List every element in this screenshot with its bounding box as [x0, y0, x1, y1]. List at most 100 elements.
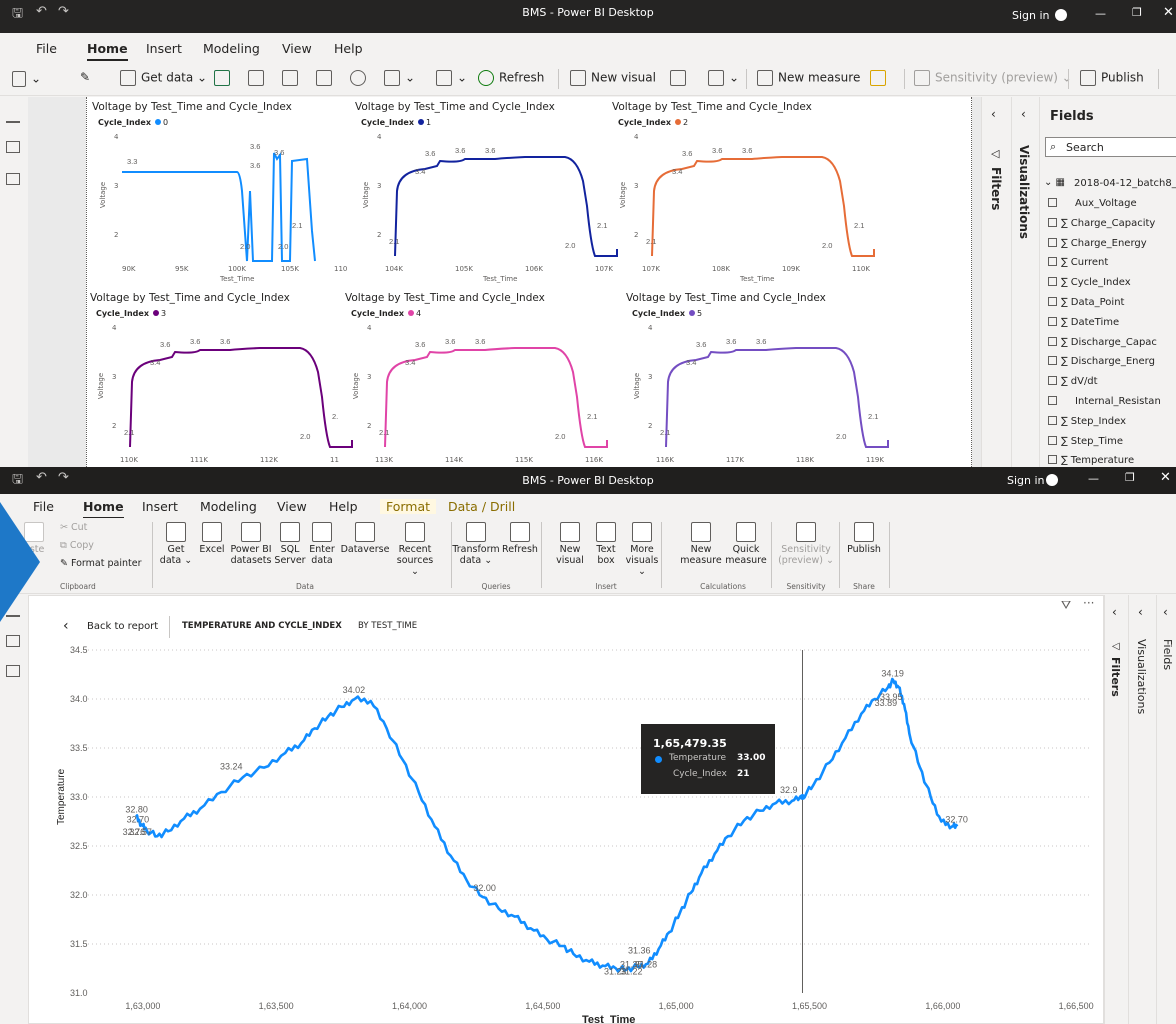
filters-label-2[interactable]: Filters	[1109, 657, 1122, 697]
collapse-fields-icon[interactable]: ‹	[1163, 605, 1168, 619]
format-painter-icon[interactable]: ✎	[80, 70, 90, 84]
minimize-icon-2[interactable]: —	[1088, 472, 1099, 485]
field-checkbox[interactable]	[1048, 356, 1057, 366]
profile-avatar[interactable]	[1055, 9, 1067, 21]
field-checkbox[interactable]	[1048, 257, 1057, 267]
field-item[interactable]: ∑ Temperature	[1048, 455, 1134, 466]
data-view-icon-2[interactable]	[6, 635, 20, 647]
field-item[interactable]: ∑ Cycle_Index	[1048, 277, 1131, 288]
menu2-insert[interactable]: Insert	[142, 499, 178, 514]
field-checkbox[interactable]	[1048, 316, 1057, 326]
close-icon-2[interactable]: ✕	[1160, 470, 1171, 485]
field-checkbox[interactable]	[1048, 435, 1057, 445]
new-measure-button[interactable]: New measure	[757, 70, 860, 86]
collapse-viz-icon-2[interactable]: ‹	[1138, 605, 1143, 619]
sensitivity-button[interactable]: Sensitivity (preview) ⌄	[914, 70, 1072, 86]
field-item[interactable]: ∑ Charge_Energy	[1048, 237, 1147, 249]
fields-label-2[interactable]: Fields	[1161, 639, 1174, 670]
get-data-button[interactable]: Get data ⌄	[120, 70, 207, 86]
field-item[interactable]: Internal_Resistan	[1048, 396, 1161, 407]
copy-button[interactable]: ⧉ Copy	[60, 540, 94, 551]
ribbon-data-6-button[interactable]: Recent sources ⌄	[392, 522, 438, 577]
field-item[interactable]: ∑ Step_Time	[1048, 435, 1123, 447]
field-checkbox[interactable]	[1048, 396, 1057, 405]
ribbon-insert-1-button[interactable]: Text box	[590, 522, 622, 566]
ribbon-sensitivity-0-button[interactable]: Sensitivity (preview) ⌄	[778, 522, 834, 566]
field-checkbox[interactable]	[1048, 336, 1057, 346]
model-view-icon[interactable]	[6, 173, 20, 185]
field-checkbox[interactable]	[1048, 277, 1057, 287]
filters-label[interactable]: Filters	[989, 167, 1003, 210]
menu2-home[interactable]: Home	[83, 499, 124, 519]
menu-modeling[interactable]: Modeling	[203, 41, 260, 56]
ribbon-data-3-button[interactable]: SQL Server	[274, 522, 306, 566]
excel-icon[interactable]	[214, 70, 235, 86]
ribbon-data-0-button[interactable]: Get data ⌄	[156, 522, 196, 566]
restore-icon[interactable]: ❐	[1132, 6, 1142, 19]
field-item[interactable]: ∑ DateTime	[1048, 316, 1119, 328]
publish-button[interactable]: Publish	[1080, 70, 1144, 86]
collapse-filters-icon[interactable]: ‹	[991, 107, 996, 121]
field-item[interactable]: ∑ Charge_Capacity	[1048, 217, 1155, 229]
ribbon-queries-0-button[interactable]: Transform data ⌄	[452, 522, 500, 566]
ribbon-data-1-button[interactable]: Excel	[196, 522, 228, 555]
ribbon-calculations-0-button[interactable]: New measure	[678, 522, 724, 566]
paste-icon[interactable]: ⌄	[12, 71, 41, 87]
table-name[interactable]: 2018-04-12_batch8_CH	[1074, 178, 1176, 189]
table-expand-icon[interactable]: ⌄ ▦	[1044, 177, 1065, 188]
ribbon-data-2-button[interactable]: Power BI datasets	[228, 522, 274, 566]
field-checkbox[interactable]	[1048, 376, 1057, 386]
sign-in-link-2[interactable]: Sign in	[1007, 474, 1045, 487]
ribbon-insert-2-button[interactable]: More visuals ⌄	[622, 522, 662, 577]
field-checkbox[interactable]	[1048, 415, 1057, 425]
profile-avatar-2[interactable]	[1046, 474, 1058, 486]
text-box-icon[interactable]	[670, 70, 691, 86]
recent-sources-icon[interactable]: ⌄	[384, 70, 415, 86]
refresh-button[interactable]: Refresh	[478, 70, 544, 86]
ribbon-data-4-button[interactable]: Enter data	[306, 522, 338, 566]
minimize-icon[interactable]: —	[1095, 7, 1106, 20]
ribbon-data-5-button[interactable]: Dataverse	[338, 522, 392, 555]
temperature-line-chart[interactable]: 34.5 34.0 33.5 33.0 32.5 32.0 31.5 31.0 1,63,000…	[28, 595, 1104, 1024]
field-item[interactable]: ∑ Discharge_Energ	[1048, 356, 1155, 367]
field-checkbox[interactable]	[1048, 297, 1057, 306]
field-item[interactable]: ∑ Step_Index	[1048, 415, 1126, 427]
field-item[interactable]: ∑ dV/dt	[1048, 376, 1098, 387]
new-visual-button[interactable]: New visual	[570, 70, 656, 86]
ribbon-insert-0-button[interactable]: New visual	[554, 522, 586, 566]
sign-in-link[interactable]: Sign in	[1012, 9, 1050, 22]
menu-insert[interactable]: Insert	[146, 41, 182, 56]
ribbon-queries-1-button[interactable]: Refresh	[500, 522, 540, 555]
fields-search[interactable]: ⌕ Search	[1045, 137, 1176, 157]
sql-icon[interactable]	[282, 70, 303, 86]
restore-icon-2[interactable]: ❐	[1125, 471, 1135, 484]
quick-measure-icon[interactable]	[870, 70, 891, 86]
visualizations-label[interactable]: Visualizations	[1017, 145, 1031, 239]
field-item[interactable]: ∑ Data_Point	[1048, 297, 1124, 308]
data-view-icon[interactable]	[6, 141, 20, 153]
collapse-viz-icon[interactable]: ‹	[1021, 107, 1026, 121]
menu2-view[interactable]: View	[277, 499, 307, 514]
field-item[interactable]: ∑ Discharge_Capac	[1048, 336, 1157, 348]
transform-icon[interactable]: ⌄	[436, 70, 467, 86]
field-checkbox[interactable]	[1048, 217, 1057, 227]
model-view-icon-2[interactable]	[6, 665, 20, 677]
format-painter-button[interactable]: ✎ Format painter	[60, 558, 141, 569]
cut-button[interactable]: ✂ Cut	[60, 522, 87, 533]
collapse-filters-icon-2[interactable]: ‹	[1112, 605, 1117, 619]
datasets-icon[interactable]	[248, 70, 269, 86]
close-icon[interactable]: ✕	[1163, 5, 1174, 20]
enter-data-icon[interactable]	[316, 70, 337, 86]
menu2-modeling[interactable]: Modeling	[200, 499, 257, 514]
menu2-datadrill[interactable]: Data / Drill	[448, 499, 515, 514]
field-item[interactable]: Aux_Voltage	[1048, 198, 1137, 209]
field-checkbox[interactable]	[1048, 455, 1057, 465]
menu-file[interactable]: File	[36, 41, 57, 56]
dataverse-icon[interactable]	[350, 70, 371, 86]
menu2-format[interactable]: Format	[380, 499, 437, 514]
menu2-help[interactable]: Help	[329, 499, 358, 514]
report-view-icon[interactable]	[6, 111, 20, 123]
field-item[interactable]: ∑ Current	[1048, 257, 1108, 268]
field-checkbox[interactable]	[1048, 237, 1057, 247]
field-checkbox[interactable]	[1048, 198, 1057, 207]
